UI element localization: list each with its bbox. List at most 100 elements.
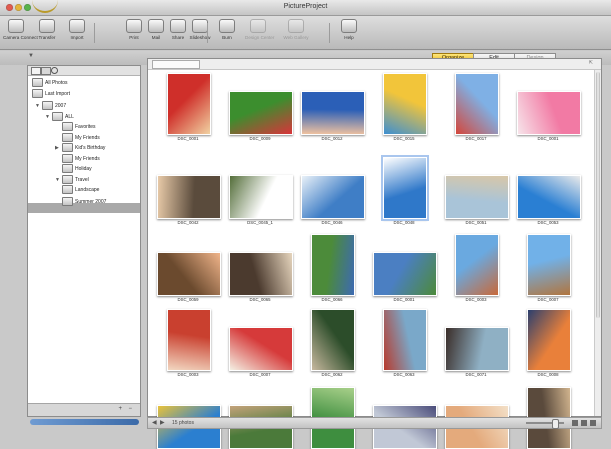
photo-caption: DSC_0003 [465,297,487,302]
photo-caption: DSC_0059 [177,297,199,302]
toolbar-separator [207,23,208,43]
toolbar-button-help[interactable]: Help [336,19,362,47]
sidebar-item-label: Landscape [75,187,100,193]
photo-thumbnail[interactable] [455,73,499,135]
burn-icon [219,19,235,33]
prev-arrow-icon[interactable]: ◀ [152,419,157,426]
photo-thumbnail[interactable] [383,309,427,371]
photo-thumbnail[interactable] [527,309,571,371]
toolbar-button-slideshow[interactable]: Slideshow [187,19,213,47]
vertical-scrollbar[interactable] [594,70,601,416]
photo-thumbnail[interactable] [229,175,293,219]
photo-thumbnail[interactable] [311,234,355,296]
sidebar-item[interactable]: Favorites [62,122,96,132]
sidebar-header [28,66,140,76]
photo-caption: DSC_0048 [393,220,415,225]
photo-thumbnail[interactable] [445,175,509,219]
sidebar-item[interactable]: 2007 [42,101,66,111]
photo-thumbnail[interactable] [157,252,221,296]
disclosure-triangle-icon[interactable]: ▼ [45,112,50,122]
scrollbar-thumb[interactable] [596,72,600,318]
folder-icon [62,153,73,163]
toolbar-separator [94,23,95,43]
photo-thumbnail[interactable] [381,155,429,221]
toolbar-button-transfer[interactable]: Transfer [34,19,60,47]
mail-icon [148,19,164,33]
share-icon [170,19,186,33]
photo-caption: DSC_0066 [321,297,343,302]
toolbar-button-camera-connect[interactable]: Camera Connect [3,19,38,47]
resize-icon[interactable]: ⇱ [589,60,593,66]
photo-caption: DSC_0046 [321,220,343,225]
photo-caption: DSC_0003 [177,372,199,377]
photo-thumbnail[interactable] [167,309,211,371]
photo-thumbnail[interactable] [383,73,427,135]
photo-thumbnail[interactable] [455,234,499,296]
sidebar-item[interactable]: Landscape [62,185,99,195]
sidebar-item[interactable]: Holiday [62,164,92,174]
list-view-icon[interactable] [31,67,41,75]
photo-thumbnail[interactable] [229,91,293,135]
sidebar-item[interactable]: Summer 2007 [62,196,107,207]
toolbar-button-label: Burn [222,35,232,40]
photo-caption: DSC_0007 [249,372,271,377]
toolbar-button-burn[interactable]: Burn [214,19,240,47]
disclosure-triangle-icon[interactable]: ▼ [35,101,40,111]
sidebar-item[interactable]: My Friends [62,132,100,143]
sidebar-item[interactable]: ALL [52,111,74,122]
photo-thumbnail[interactable] [527,234,571,296]
collapse-icon[interactable]: ▼ [28,53,34,59]
photo-thumbnail[interactable] [229,252,293,296]
photo-thumbnail[interactable] [229,327,293,371]
toolbar-button-label: Slideshow [189,35,211,40]
import-icon [69,19,85,33]
sidebar-item-label: My Friends [75,155,100,162]
photo-thumbnail[interactable] [445,327,509,371]
photo-thumbnail[interactable] [517,175,581,219]
sidebar-item[interactable]: Kid's Birthday [62,143,105,153]
next-arrow-icon[interactable]: ▶ [160,419,165,426]
sidebar-item[interactable]: Travel [62,174,89,185]
zoom-knob[interactable] [552,419,559,429]
sidebar-resize-grip[interactable] [30,419,139,425]
sidebar-item-label: Summer 2007 [75,198,107,205]
toolbar-button-label: Transfer [38,35,56,40]
sidebar-item-label: 2007 [55,103,67,109]
remove-folder-icon[interactable]: − [128,406,132,412]
tree-view-icon[interactable] [41,67,51,75]
photo-caption: DSC_0001 [177,136,199,141]
photo-caption: DSC_0063 [393,372,415,377]
sidebar-item[interactable]: My Friends [62,153,100,164]
toolbar-button-design-center[interactable]: Design Center [245,19,274,47]
single-view-icon[interactable] [581,420,587,426]
search-icon[interactable] [51,67,58,74]
toolbar-button-import[interactable]: Import [64,19,90,47]
photo-thumbnail[interactable] [301,175,365,219]
photo-thumbnail[interactable] [311,309,355,371]
add-folder-icon[interactable]: + [118,406,122,412]
disclosure-triangle-icon[interactable]: ▼ [55,175,60,185]
photo-thumbnail[interactable] [157,175,221,219]
photo-thumbnail[interactable] [373,252,437,296]
photo-caption: DSC_0012 [321,136,343,141]
photo-thumbnail[interactable] [517,91,581,135]
sidebar: All Photos Last Import ▼ 2007 ▼ ALL Favorites M… [27,65,141,417]
toolbar-button-label: Camera Connect [3,35,38,40]
folder-icon [62,164,73,174]
window-title: PictureProject [283,3,328,10]
toolbar-button-web-gallery[interactable]: Web Gallery [283,19,309,47]
folder-icon [62,185,73,195]
toolbar-button-label: Help [344,35,354,40]
list-mode-icon[interactable] [590,420,596,426]
slideshow-icon [192,19,208,33]
photo-caption: DSC_0009 [249,136,271,141]
grid-view-icon[interactable] [572,420,578,426]
sidebar-item[interactable]: Last Import [32,88,70,99]
photo-thumbnail[interactable] [301,91,365,135]
folder-icon [62,132,73,142]
sort-popup-button[interactable] [152,60,200,69]
photo-thumbnail[interactable] [167,73,211,135]
disclosure-triangle-icon[interactable]: ▶ [55,143,59,153]
web-gallery-icon [288,19,304,33]
sidebar-item[interactable]: All Photos [32,78,68,88]
